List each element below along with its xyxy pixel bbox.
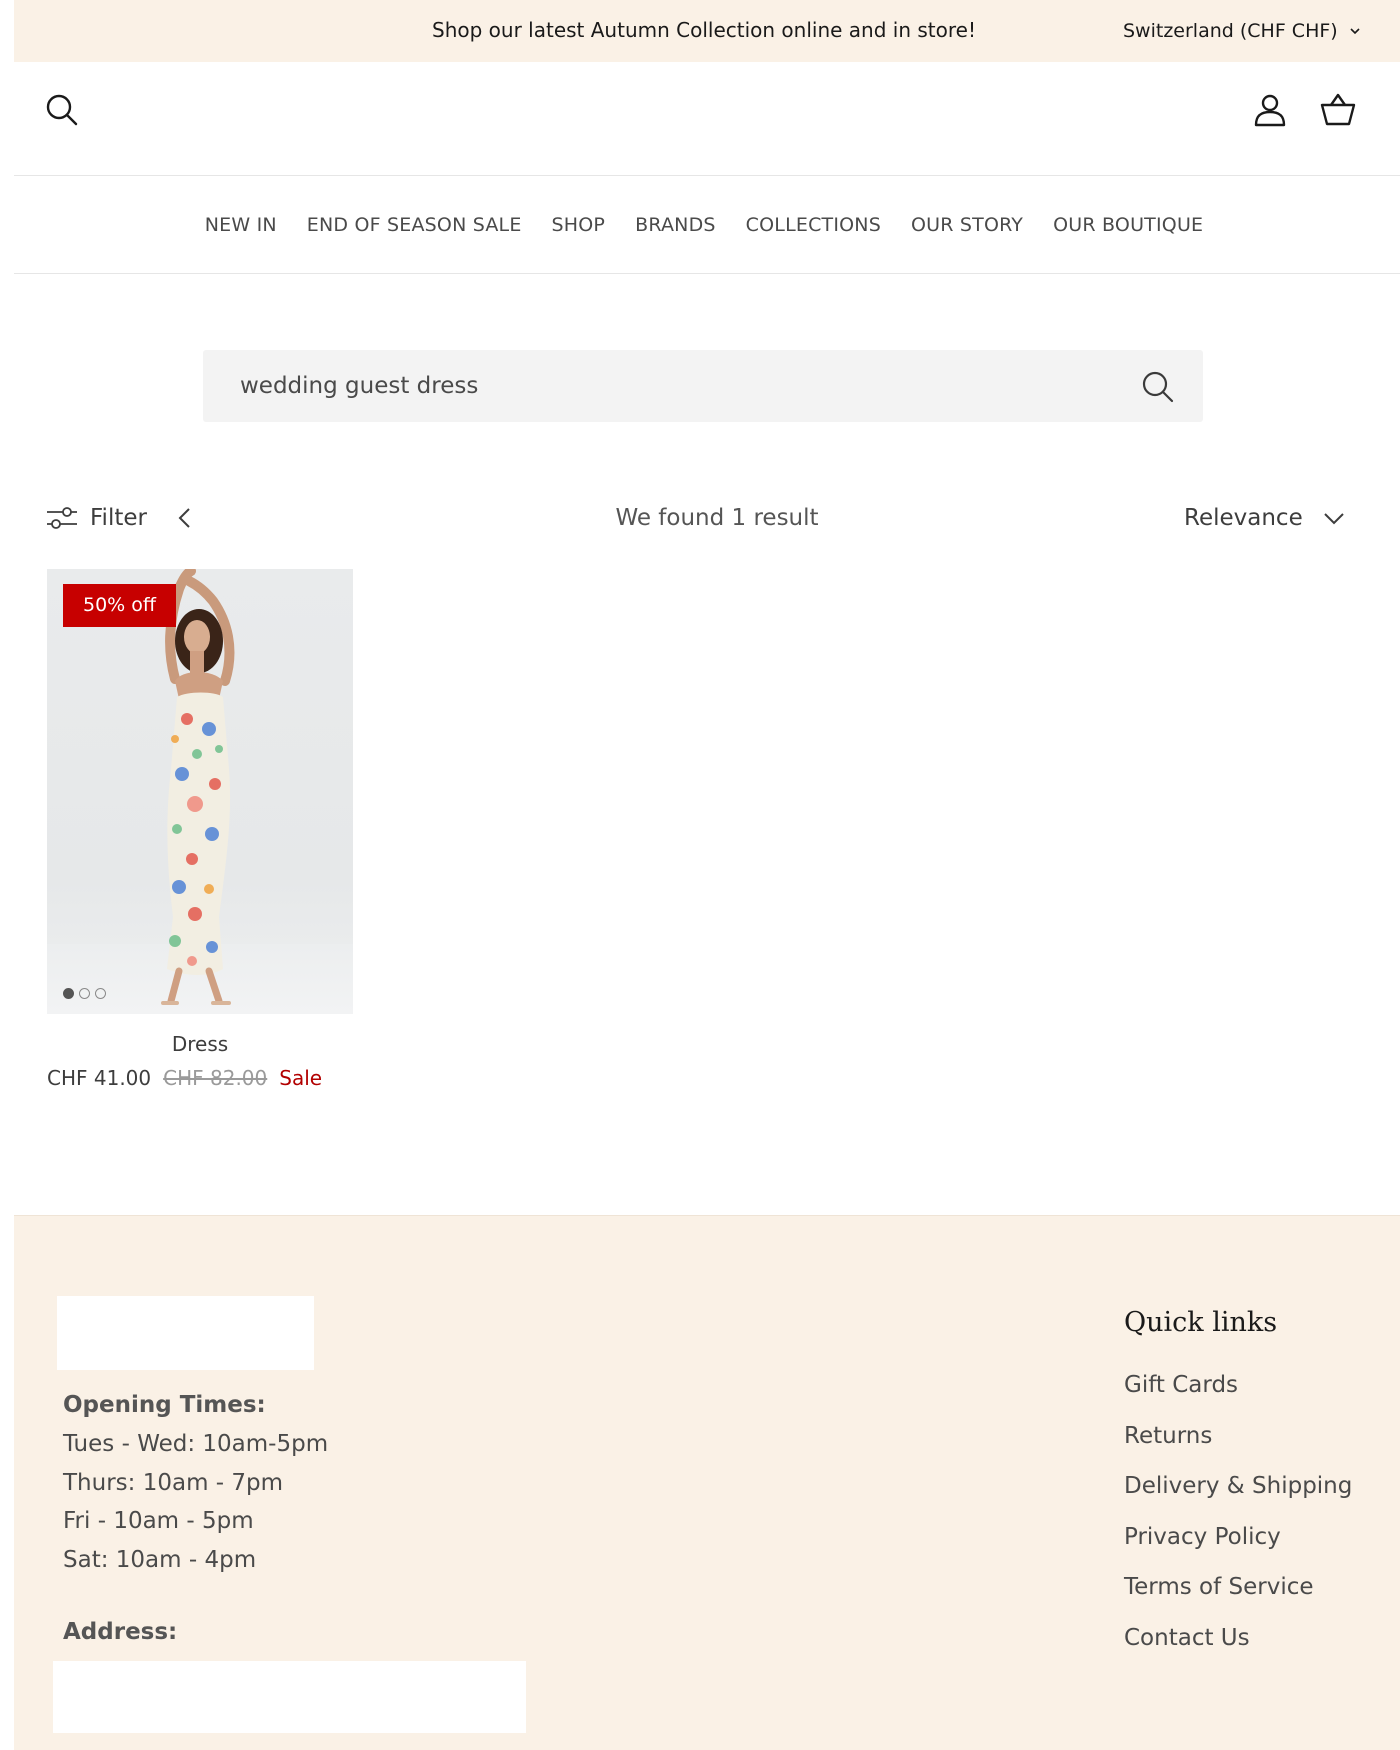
search-input[interactable] xyxy=(203,350,1123,422)
image-pagination xyxy=(63,988,106,999)
account-icon xyxy=(1254,94,1286,127)
filter-label: Filter xyxy=(90,505,147,531)
discount-badge: 50% off xyxy=(63,584,176,627)
announcement-bar: Shop our latest Autumn Collection online… xyxy=(14,0,1400,62)
sort-label: Relevance xyxy=(1184,505,1303,531)
footer-link-gift-cards[interactable]: Gift Cards xyxy=(1124,1370,1352,1421)
search-icon xyxy=(1142,371,1174,403)
footer-link-contact-us[interactable]: Contact Us xyxy=(1124,1623,1352,1674)
country-label: Switzerland (CHF CHF) xyxy=(1123,20,1338,42)
country-selector[interactable]: Switzerland (CHF CHF) xyxy=(1123,0,1362,62)
hours-line: Thurs: 10am - 7pm xyxy=(63,1469,284,1496)
footer-logo[interactable] xyxy=(57,1296,314,1370)
product-image[interactable]: 50% off xyxy=(47,569,353,1014)
search-submit-button[interactable] xyxy=(1139,368,1177,406)
page: Shop our latest Autumn Collection online… xyxy=(14,0,1400,1750)
price-compare: CHF 82.00 xyxy=(163,1066,268,1090)
price-current: CHF 41.00 xyxy=(47,1066,152,1090)
sliders-icon xyxy=(47,507,77,529)
address-title: Address: xyxy=(63,1619,178,1645)
image-dot-3[interactable] xyxy=(95,988,106,999)
result-count: We found 1 result xyxy=(615,505,819,531)
address-block xyxy=(53,1661,526,1733)
opening-times-title: Opening Times: xyxy=(63,1392,266,1418)
hours-line: Fri - 10am - 5pm xyxy=(63,1508,254,1534)
nav-item-brands[interactable]: BRANDS xyxy=(635,214,716,236)
nav-item-end-of-season-sale[interactable]: END OF SEASON SALE xyxy=(307,214,522,236)
filter-collapse-button[interactable] xyxy=(170,503,200,533)
footer-link-terms-of-service[interactable]: Terms of Service xyxy=(1124,1572,1352,1623)
basket-button[interactable] xyxy=(1318,90,1358,130)
product-title[interactable]: Dress xyxy=(47,1032,353,1056)
nav-item-our-boutique[interactable]: OUR BOUTIQUE xyxy=(1053,214,1203,236)
nav-item-shop[interactable]: SHOP xyxy=(552,214,606,236)
quick-links-list: Gift Cards Returns Delivery & Shipping P… xyxy=(1124,1370,1352,1673)
site-footer: Opening Times: Tues - Wed: 10am-5pm Thur… xyxy=(14,1215,1400,1750)
opening-hours-list: Tues - Wed: 10am-5pm Thurs: 10am - 7pm F… xyxy=(63,1425,328,1579)
search-form xyxy=(203,350,1203,422)
product-card: 50% off Dress CHF 41.00 CHF 82.00 Sale xyxy=(47,569,353,1090)
nav-item-new-in[interactable]: NEW IN xyxy=(205,214,277,236)
hours-line: Sat: 10am - 4pm xyxy=(63,1546,257,1573)
chevron-left-icon xyxy=(178,508,190,528)
footer-link-privacy-policy[interactable]: Privacy Policy xyxy=(1124,1522,1352,1573)
filter-toggle[interactable]: Filter xyxy=(46,496,147,540)
account-button[interactable] xyxy=(1250,90,1290,130)
search-button[interactable] xyxy=(42,90,82,130)
main-nav: NEW IN END OF SEASON SALE SHOP BRANDS CO… xyxy=(14,176,1400,274)
image-dot-1[interactable] xyxy=(63,988,74,999)
footer-link-returns[interactable]: Returns xyxy=(1124,1421,1352,1472)
chevron-down-icon xyxy=(1350,28,1360,35)
basket-icon xyxy=(1320,93,1356,126)
nav-item-our-story[interactable]: OUR STORY xyxy=(911,214,1023,236)
product-price: CHF 41.00 CHF 82.00 Sale xyxy=(47,1066,353,1090)
search-icon xyxy=(46,94,78,126)
image-dot-2[interactable] xyxy=(79,988,90,999)
footer-link-delivery-shipping[interactable]: Delivery & Shipping xyxy=(1124,1471,1352,1522)
nav-item-collections[interactable]: COLLECTIONS xyxy=(746,214,881,236)
dress-model-illustration xyxy=(161,569,235,1005)
hours-line: Tues - Wed: 10am-5pm xyxy=(63,1431,329,1457)
sale-label: Sale xyxy=(279,1066,323,1090)
chevron-down-icon xyxy=(1324,513,1344,525)
quick-links-title: Quick links xyxy=(1124,1307,1278,1338)
site-header xyxy=(14,62,1400,176)
sort-select[interactable]: Relevance xyxy=(1184,496,1345,540)
